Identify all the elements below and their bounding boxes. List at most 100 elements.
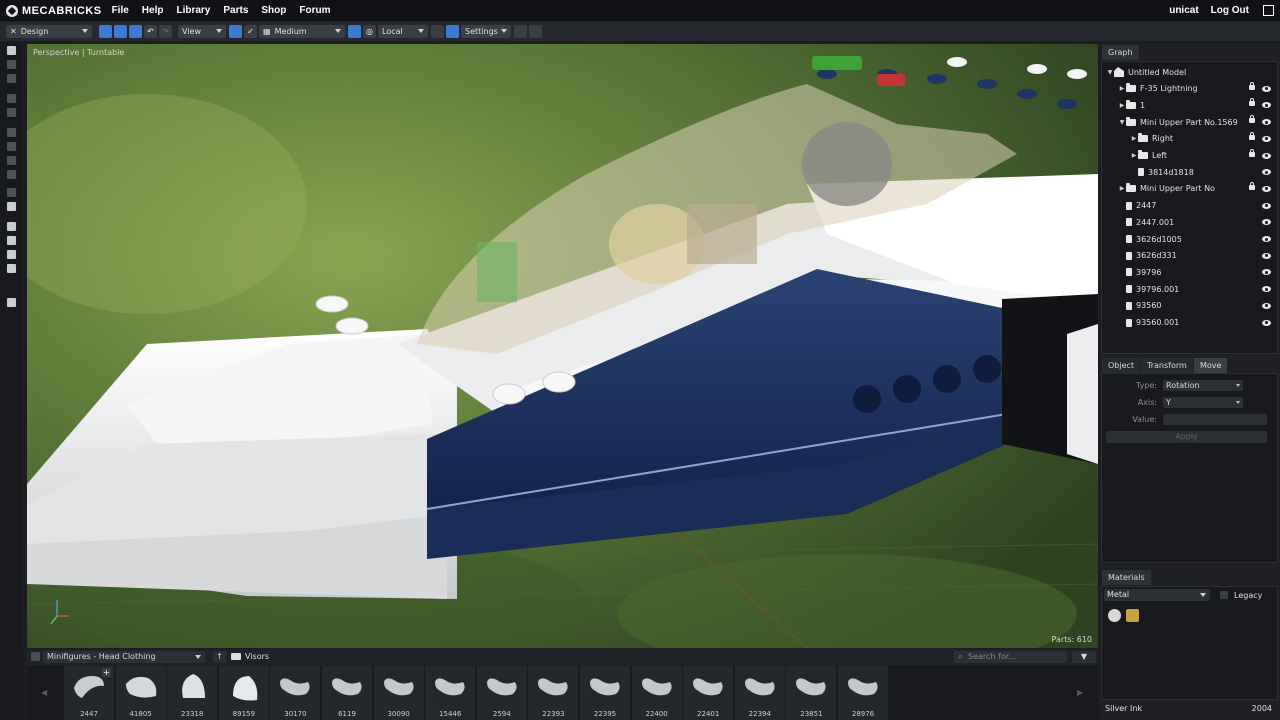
lock-icon[interactable] <box>1249 81 1255 90</box>
expand-right-icon[interactable]: ▶ <box>1118 85 1126 92</box>
user-name[interactable]: unicat <box>1169 5 1198 16</box>
app-logo[interactable]: MECABRICKS <box>6 4 102 17</box>
group-icon[interactable] <box>7 128 16 137</box>
graph-row[interactable]: ▼ Untitled Model <box>1102 64 1277 80</box>
eye-icon[interactable] <box>1262 236 1271 242</box>
part-thumbnail[interactable]: 23318 <box>167 666 218 720</box>
eye-icon[interactable] <box>1262 135 1271 142</box>
axis-icon[interactable] <box>7 236 16 245</box>
tab-materials[interactable]: Materials <box>1102 570 1151 585</box>
tab-transform[interactable]: Transform <box>1141 358 1193 373</box>
part-thumbnail[interactable]: 22400 <box>631 666 682 720</box>
graph-row[interactable]: 39796 <box>1102 264 1277 280</box>
eye-icon[interactable] <box>1262 302 1271 309</box>
light-icon[interactable] <box>7 222 16 231</box>
graph-row[interactable]: 3626d331 <box>1102 248 1277 264</box>
logout-link[interactable]: Log Out <box>1211 5 1249 16</box>
part-thumbnail[interactable]: 23851 <box>786 666 837 720</box>
part-thumbnail[interactable]: 30090 <box>373 666 424 720</box>
part-thumbnail[interactable]: 22393 <box>528 666 579 720</box>
tab-move[interactable]: Move <box>1194 358 1228 373</box>
space-dropdown[interactable]: Local <box>378 25 428 38</box>
graph-row[interactable]: 2447.001 <box>1102 214 1277 230</box>
pivot-button[interactable] <box>348 25 361 38</box>
copy-button[interactable] <box>431 25 444 38</box>
eye-icon[interactable] <box>1262 169 1271 176</box>
part-thumbnail[interactable]: 15446 <box>425 666 476 720</box>
expand-down-icon[interactable]: ▼ <box>1106 69 1114 76</box>
graph-row[interactable]: ▶ F-35 Lightning <box>1102 81 1277 97</box>
redo-button[interactable]: ↷ <box>159 25 172 38</box>
menu-forum[interactable]: Forum <box>299 5 330 16</box>
eye-icon[interactable] <box>1262 319 1271 326</box>
part-thumbnail[interactable]: 30170 <box>270 666 321 720</box>
graph-row[interactable]: ▼ Mini Upper Part No.1569 <box>1102 114 1277 130</box>
grid-snap-button[interactable] <box>229 25 242 38</box>
eye-icon[interactable] <box>1262 185 1271 192</box>
menu-library[interactable]: Library <box>176 5 210 16</box>
part-thumbnail[interactable]: 6119 <box>322 666 372 720</box>
select-tool-button[interactable] <box>99 25 112 38</box>
graph-row[interactable]: ▶ Right <box>1102 131 1277 147</box>
search-input[interactable]: ⌕ Search for... <box>954 651 1067 663</box>
eye-icon[interactable] <box>1262 219 1271 226</box>
eye-icon[interactable] <box>1262 286 1271 293</box>
measure-icon[interactable] <box>7 188 16 197</box>
target-button[interactable]: ◎ <box>363 25 376 38</box>
paste-button[interactable] <box>446 25 459 38</box>
part-thumbnail[interactable]: 89159 <box>218 666 269 720</box>
camera-icon[interactable] <box>529 25 542 38</box>
lock-icon[interactable] <box>1249 115 1255 124</box>
material-swatch-gold[interactable] <box>1126 609 1139 622</box>
graph-row[interactable]: 3626d1005 <box>1102 231 1277 247</box>
tab-object[interactable]: Object <box>1102 358 1141 373</box>
delete-icon[interactable] <box>7 94 16 103</box>
align-icon[interactable] <box>7 156 16 165</box>
material-type-select[interactable]: Metal <box>1104 589 1210 601</box>
pan-icon[interactable] <box>7 60 16 69</box>
save-button[interactable] <box>514 25 527 38</box>
menu-parts[interactable]: Parts <box>223 5 248 16</box>
quality-dropdown[interactable]: ▦ Medium <box>259 25 345 38</box>
expand-right-icon[interactable]: ▶ <box>1118 185 1126 192</box>
expand-right-icon[interactable]: ▶ <box>1130 152 1138 159</box>
library-stats-icon[interactable] <box>31 652 40 661</box>
ungroup-icon[interactable] <box>7 142 16 151</box>
part-thumbnail[interactable]: 22394 <box>734 666 785 720</box>
lock-icon[interactable] <box>1249 148 1255 157</box>
part-thumbnail[interactable]: 22401 <box>683 666 734 720</box>
material-swatch-silver[interactable] <box>1108 609 1121 622</box>
legacy-checkbox[interactable] <box>1220 591 1228 599</box>
lock-icon[interactable] <box>1249 131 1255 140</box>
add-part-button[interactable]: + <box>102 668 111 677</box>
fullscreen-icon[interactable] <box>1263 5 1274 16</box>
vr-glasses-icon[interactable] <box>7 298 16 307</box>
eye-icon[interactable] <box>1262 252 1271 259</box>
tab-graph[interactable]: Graph <box>1102 45 1139 60</box>
graph-row[interactable]: ▶ Left <box>1102 148 1277 164</box>
undo-button[interactable]: ↶ <box>144 25 157 38</box>
layers-icon[interactable] <box>7 250 16 259</box>
expand-right-icon[interactable]: ▶ <box>1130 135 1138 142</box>
scroll-right-icon[interactable]: ▶ <box>1077 688 1083 697</box>
menu-file[interactable]: File <box>112 5 129 16</box>
value-input[interactable] <box>1163 414 1267 425</box>
stats-icon[interactable] <box>7 202 16 211</box>
eye-icon[interactable] <box>1262 202 1271 209</box>
axis-select[interactable]: Y <box>1163 397 1243 408</box>
view-dropdown[interactable]: View <box>178 25 226 38</box>
part-thumbnail[interactable]: 22395 <box>580 666 630 720</box>
eye-icon[interactable] <box>1262 85 1271 92</box>
part-thumbnail[interactable]: 2594 <box>476 666 527 720</box>
graph-row[interactable]: 3814d1818 <box>1102 164 1277 180</box>
flip-icon[interactable] <box>7 170 16 179</box>
lock-icon[interactable] <box>1249 98 1255 107</box>
part-thumbnail[interactable]: 41805 <box>115 666 166 720</box>
part-thumbnail[interactable]: 28976 <box>838 666 888 720</box>
lock-icon[interactable] <box>1249 181 1255 190</box>
graph-row[interactable]: 2447 <box>1102 198 1277 214</box>
expand-right-icon[interactable]: ▶ <box>1118 102 1126 109</box>
check-button[interactable]: ✓ <box>244 25 257 38</box>
eye-icon[interactable] <box>1262 269 1271 276</box>
scroll-left-icon[interactable]: ◀ <box>41 688 47 697</box>
